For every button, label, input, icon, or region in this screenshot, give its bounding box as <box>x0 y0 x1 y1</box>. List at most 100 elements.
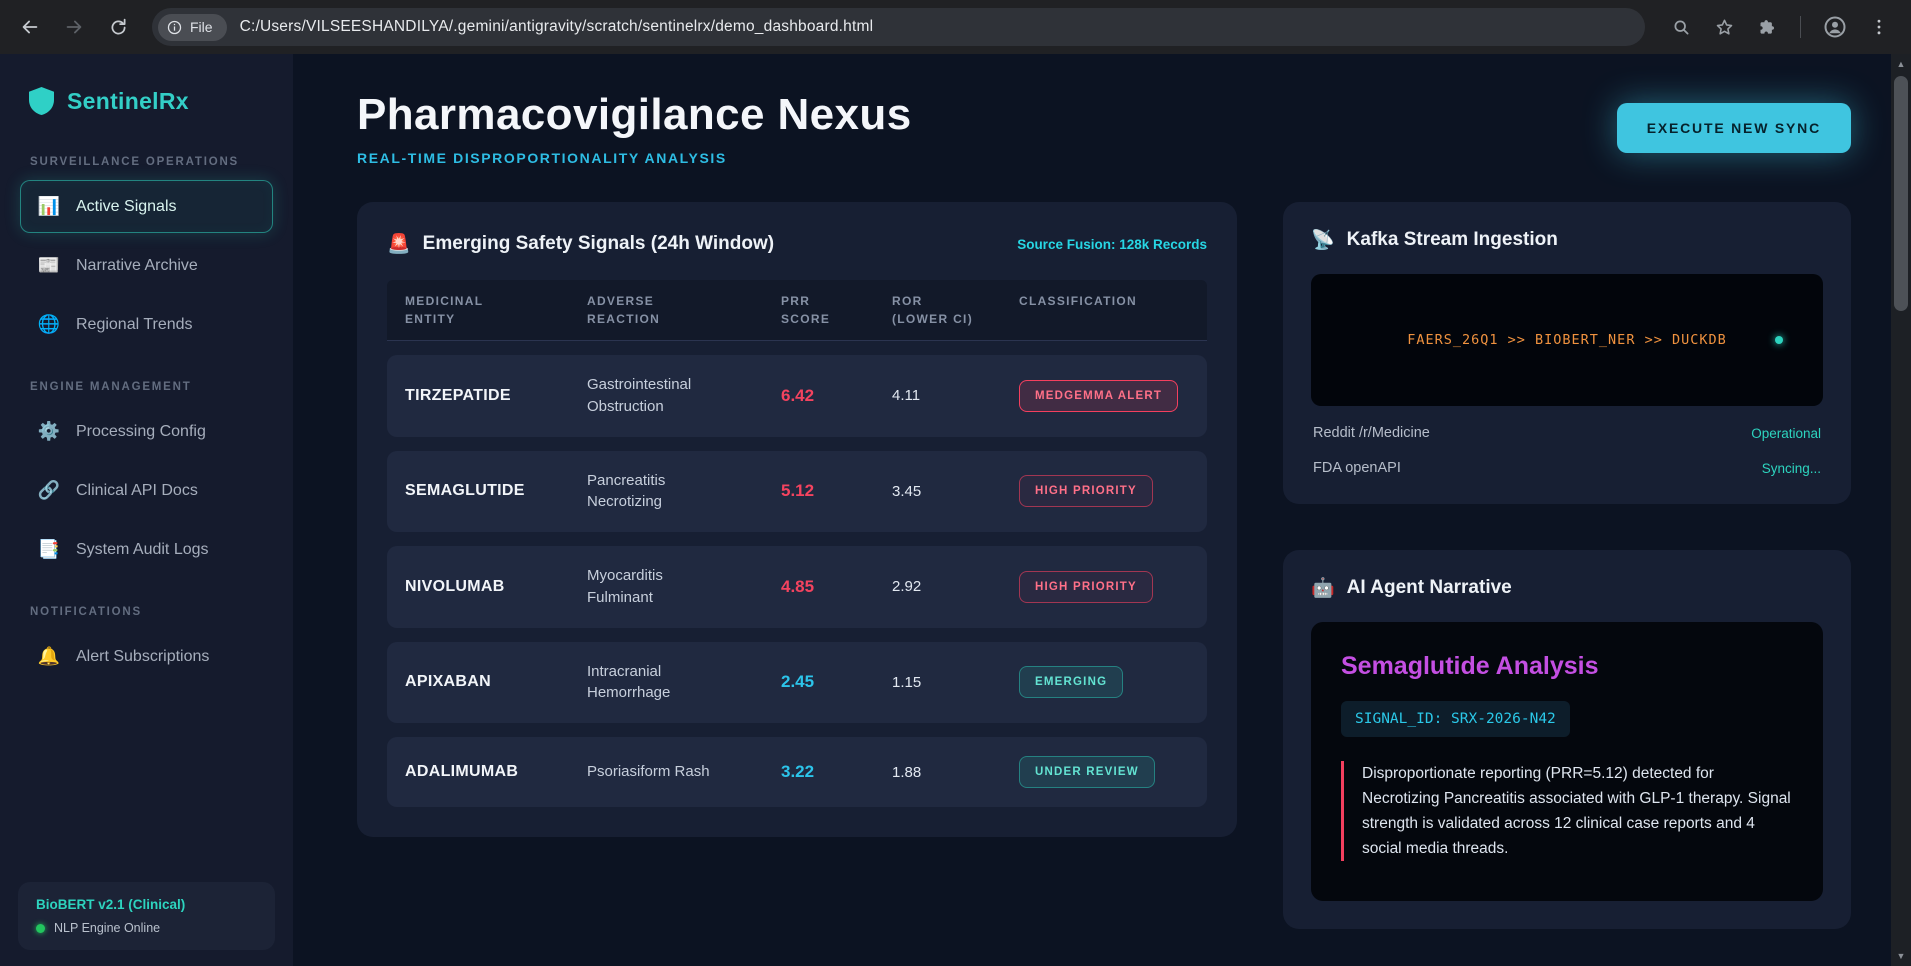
entity-cell: TIRZEPATIDE <box>405 386 511 404</box>
ror-cell: 1.88 <box>892 763 922 781</box>
bar-chart-icon: 📊 <box>37 196 61 216</box>
classification-badge: EMERGING <box>1019 666 1124 699</box>
sidebar-item-narrative-archive[interactable]: 📰 Narrative Archive <box>20 239 273 292</box>
kafka-title: Kafka Stream Ingestion <box>1346 229 1558 250</box>
column-header-ror: ROR (LOWER CI) <box>892 294 973 326</box>
sidebar-item-system-audit-logs[interactable]: 📑 System Audit Logs <box>20 523 273 576</box>
document-icon: 📑 <box>37 539 61 559</box>
table-row[interactable]: APIXABAN Intracranial Hemorrhage 2.45 1.… <box>387 641 1207 723</box>
classification-badge: UNDER REVIEW <box>1019 756 1155 788</box>
satellite-icon: 📡 <box>1311 230 1335 251</box>
stream-row: FDA openAPI Syncing... <box>1311 460 1823 476</box>
content-columns: 🚨 Emerging Safety Signals (24h Window) S… <box>357 202 1851 930</box>
stream-row: Reddit /r/Medicine Operational <box>1311 425 1823 441</box>
reaction-cell: Psoriasiform Rash <box>587 763 710 781</box>
bell-icon: 🔔 <box>37 646 61 666</box>
table-row[interactable]: NIVOLUMAB Myocarditis Fulminant 4.85 2.9… <box>387 546 1207 628</box>
brand-name: SentinelRx <box>67 87 189 114</box>
omnibox[interactable]: File C:/Users/VILSEESHANDILYA/.gemini/an… <box>152 8 1645 46</box>
zoom-icon[interactable] <box>1671 17 1692 38</box>
shield-icon <box>29 87 54 115</box>
main-content: Pharmacovigilance Nexus REAL-TIME DISPRO… <box>293 54 1911 966</box>
column-header-reaction: ADVERSE REACTION <box>587 294 661 326</box>
kafka-card: 📡 Kafka Stream Ingestion FAERS_26Q1 >> B… <box>1283 202 1851 504</box>
nlp-engine-title: BioBERT v2.1 (Clinical) <box>36 897 186 912</box>
section-heading-notifications: NOTIFICATIONS <box>30 606 142 618</box>
back-button[interactable] <box>10 7 50 47</box>
terminal-text: FAERS_26Q1 >> BIOBERT_NER >> DUCKDB <box>1407 332 1727 348</box>
narrative-title: AI Agent Narrative <box>1346 577 1512 598</box>
gear-icon: ⚙️ <box>37 421 61 441</box>
sidebar-item-clinical-api-docs[interactable]: 🔗 Clinical API Docs <box>20 464 273 517</box>
bookmark-star-icon[interactable] <box>1714 17 1735 38</box>
sidebar-item-label: Clinical API Docs <box>76 481 198 499</box>
app-body: SentinelRx SURVEILLANCE OPERATIONS 📊 Act… <box>0 54 1911 966</box>
back-arrow-icon <box>22 20 38 34</box>
scroll-thumb[interactable] <box>1894 76 1908 311</box>
reload-icon <box>111 18 125 34</box>
extensions-icon[interactable] <box>1757 17 1778 38</box>
sidebar: SentinelRx SURVEILLANCE OPERATIONS 📊 Act… <box>0 54 293 966</box>
nlp-engine-card: BioBERT v2.1 (Clinical) NLP Engine Onlin… <box>18 882 275 950</box>
kafka-card-header: 📡 Kafka Stream Ingestion <box>1311 228 1823 252</box>
brand: SentinelRx <box>20 80 273 126</box>
ror-cell: 4.11 <box>892 387 921 405</box>
sidebar-item-regional-trends[interactable]: 🌐 Regional Trends <box>20 298 273 351</box>
robot-icon: 🤖 <box>1311 578 1335 599</box>
nlp-status-text: NLP Engine Online <box>54 921 161 935</box>
sidebar-item-active-signals[interactable]: 📊 Active Signals <box>20 180 273 233</box>
execute-sync-button[interactable]: EXECUTE NEW SYNC <box>1616 103 1851 153</box>
signals-card: 🚨 Emerging Safety Signals (24h Window) S… <box>357 202 1237 837</box>
ror-cell: 1.15 <box>892 673 922 691</box>
narrative-card-header: 🤖 AI Agent Narrative <box>1311 576 1823 600</box>
narrative-card: 🤖 AI Agent Narrative Semaglutide Analysi… <box>1283 550 1851 930</box>
page-title-block: Pharmacovigilance Nexus REAL-TIME DISPRO… <box>357 90 912 166</box>
section-heading-surveillance: SURVEILLANCE OPERATIONS <box>30 156 240 168</box>
narrative-inner-panel: Semaglutide Analysis SIGNAL_ID: SRX-2026… <box>1311 622 1823 902</box>
ror-cell: 3.45 <box>892 482 922 500</box>
section-heading-engine: ENGINE MANAGEMENT <box>30 381 192 393</box>
entity-cell: APIXABAN <box>405 673 491 691</box>
sidebar-item-label: System Audit Logs <box>76 540 209 558</box>
file-chip[interactable]: File <box>158 13 227 41</box>
browser-chrome: File C:/Users/VILSEESHANDILYA/.gemini/an… <box>0 0 1911 54</box>
table-row[interactable]: ADALIMUMAB Psoriasiform Rash 3.22 1.88 U… <box>387 737 1207 807</box>
sidebar-item-alert-subscriptions[interactable]: 🔔 Alert Subscriptions <box>20 630 273 683</box>
reaction-cell: Myocarditis Fulminant <box>587 567 663 606</box>
menu-kebab-icon[interactable] <box>1869 17 1889 37</box>
chrome-toolbar-icons <box>1659 15 1901 39</box>
narrative-body: Disproportionate reporting (PRR=5.12) de… <box>1341 761 1793 862</box>
sidebar-item-label: Processing Config <box>76 422 206 440</box>
source-fusion-label: Source Fusion: 128k Records <box>1017 236 1207 252</box>
stream-name: FDA openAPI <box>1313 460 1401 476</box>
table-row[interactable]: SEMAGLUTIDE Pancreatitis Necrotizing 5.1… <box>387 450 1207 532</box>
status-dot-icon <box>36 923 45 933</box>
entity-cell: NIVOLUMAB <box>405 577 505 595</box>
reload-button[interactable] <box>98 7 138 47</box>
prr-cell: 6.42 <box>781 385 815 405</box>
signals-card-header: 🚨 Emerging Safety Signals (24h Window) S… <box>387 232 1207 256</box>
prr-cell: 5.12 <box>781 481 815 501</box>
table-row[interactable]: TIRZEPATIDE Gastrointestinal Obstruction… <box>387 355 1207 437</box>
sidebar-item-processing-config[interactable]: ⚙️ Processing Config <box>20 405 273 458</box>
scroll-down-arrow[interactable]: ▼ <box>1891 946 1911 966</box>
prr-cell: 2.45 <box>781 672 815 692</box>
stream-status: Operational <box>1751 425 1821 441</box>
analysis-title: Semaglutide Analysis <box>1341 652 1599 680</box>
profile-avatar[interactable] <box>1823 15 1847 39</box>
reaction-cell: Pancreatitis Necrotizing <box>587 471 666 511</box>
alert-siren-icon: 🚨 <box>387 234 411 255</box>
sidebar-item-label: Active Signals <box>76 197 177 215</box>
newspaper-icon: 📰 <box>37 255 61 275</box>
table-header: MEDICINAL ENTITY ADVERSE REACTION PRR SC… <box>387 280 1207 341</box>
forward-button[interactable] <box>54 7 94 47</box>
page-scrollbar[interactable]: ▲ ▼ <box>1891 54 1911 966</box>
scroll-up-arrow[interactable]: ▲ <box>1891 54 1911 74</box>
signals-title-wrap: 🚨 Emerging Safety Signals (24h Window) <box>387 232 774 256</box>
page-title: Pharmacovigilance Nexus <box>357 90 912 139</box>
classification-badge: HIGH PRIORITY <box>1019 475 1153 508</box>
sidebar-item-label: Alert Subscriptions <box>76 647 210 665</box>
classification-badge: HIGH PRIORITY <box>1019 570 1153 603</box>
sidebar-item-label: Regional Trends <box>76 315 193 333</box>
signal-id-chip: SIGNAL_ID: SRX-2026-N42 <box>1341 701 1570 737</box>
